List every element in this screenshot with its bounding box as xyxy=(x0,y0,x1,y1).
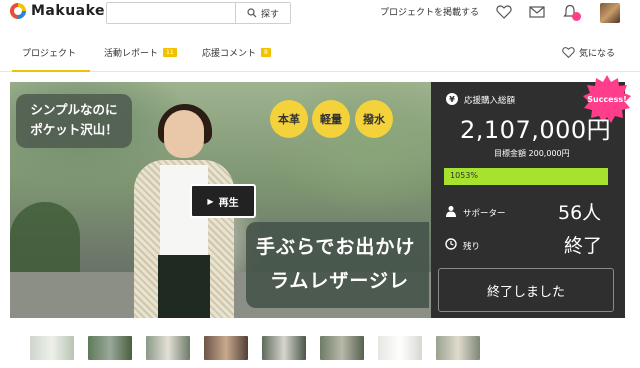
feature-badge: シンプルなのに ポケット沢山！ xyxy=(16,94,132,148)
thumbnail[interactable] xyxy=(204,336,248,360)
search-icon xyxy=(247,8,257,18)
progress-text: 1053% xyxy=(450,171,478,180)
activity-report-count: 11 xyxy=(163,48,177,57)
thumbnail[interactable] xyxy=(262,336,306,360)
logo-mark-icon xyxy=(10,3,26,19)
remaining-label: 残り xyxy=(463,242,481,252)
favorite-button[interactable]: 気になる xyxy=(562,46,615,59)
mail-icon[interactable] xyxy=(529,4,545,20)
project-tabs: プロジェクト 活動レポート 11 応援コメント 8 気になる xyxy=(0,38,640,72)
tab-support-comments-label: 応援コメント xyxy=(202,49,257,59)
thumbnail[interactable] xyxy=(436,336,480,360)
feature-badge-line-2: ポケット沢山！ xyxy=(30,122,118,137)
tab-project[interactable]: プロジェクト xyxy=(22,46,76,59)
heart-outline-icon xyxy=(562,47,575,59)
total-amount: 2,107,000円 xyxy=(460,116,612,144)
active-tab-indicator xyxy=(12,70,90,72)
tab-activity-report-label: 活動レポート xyxy=(104,49,159,59)
tab-project-label: プロジェクト xyxy=(22,49,77,59)
success-badge-text: Success! xyxy=(587,95,627,104)
tab-activity-report[interactable]: 活動レポート 11 xyxy=(104,46,177,59)
hero-caption: 手ぶらでお出かけ ラムレザージレ xyxy=(246,222,429,308)
thumbnail[interactable] xyxy=(146,336,190,360)
feature-circle-light: 軽量 xyxy=(312,100,350,138)
search-button-label: 探す xyxy=(260,9,279,20)
feature-circle-leather: 本革 xyxy=(270,100,308,138)
total-label: 応援購入総額 xyxy=(464,96,516,106)
clock-icon xyxy=(445,238,457,250)
post-project-link[interactable]: プロジェクトを掲載する xyxy=(380,5,479,18)
feature-badge-line-1: シンプルなのに xyxy=(30,102,118,117)
logo-text: Makuake xyxy=(31,3,106,19)
thumbnail[interactable] xyxy=(30,336,74,360)
site-header: Makuake 探す プロジェクトを掲載する xyxy=(0,0,640,28)
goal-amount: 目標金額 200,000円 xyxy=(494,149,570,158)
tab-support-comments[interactable]: 応援コメント 8 xyxy=(202,46,271,59)
supporters-label: サポーター xyxy=(463,209,506,219)
progress-bar: 1053% xyxy=(444,168,608,185)
heart-icon[interactable] xyxy=(496,4,512,20)
search-input[interactable] xyxy=(107,3,235,23)
feature-circle-waterproof: 撥水 xyxy=(355,100,393,138)
thumbnail[interactable] xyxy=(320,336,364,360)
supporters-value: 56人 xyxy=(558,202,602,224)
project-main-image[interactable]: シンプルなのに ポケット沢山！ 本革 軽量 撥水 ▶ 再生 手ぶらでお出かけ ラ… xyxy=(10,82,431,318)
thumbnail[interactable] xyxy=(378,336,422,360)
play-icon: ▶ xyxy=(207,196,214,206)
play-label: 再生 xyxy=(218,197,239,209)
yen-icon: ¥ xyxy=(446,93,458,105)
ended-button[interactable]: 終了しました xyxy=(438,268,614,312)
remaining-value: 終了 xyxy=(564,235,603,257)
hero-caption-line-2: ラムレザージレ xyxy=(270,270,410,292)
avatar[interactable] xyxy=(600,3,620,23)
thumbnail[interactable] xyxy=(88,336,132,360)
makuake-logo[interactable]: Makuake xyxy=(10,3,105,19)
search-box: 探す xyxy=(106,2,291,24)
notification-badge xyxy=(572,12,581,21)
search-button[interactable]: 探す xyxy=(235,3,290,23)
play-video-button[interactable]: ▶ 再生 xyxy=(190,184,256,218)
favorite-label: 気になる xyxy=(579,49,616,59)
support-comments-count: 8 xyxy=(261,48,271,57)
hero-caption-line-1: 手ぶらでお出かけ xyxy=(256,236,416,258)
person-icon xyxy=(446,206,456,217)
